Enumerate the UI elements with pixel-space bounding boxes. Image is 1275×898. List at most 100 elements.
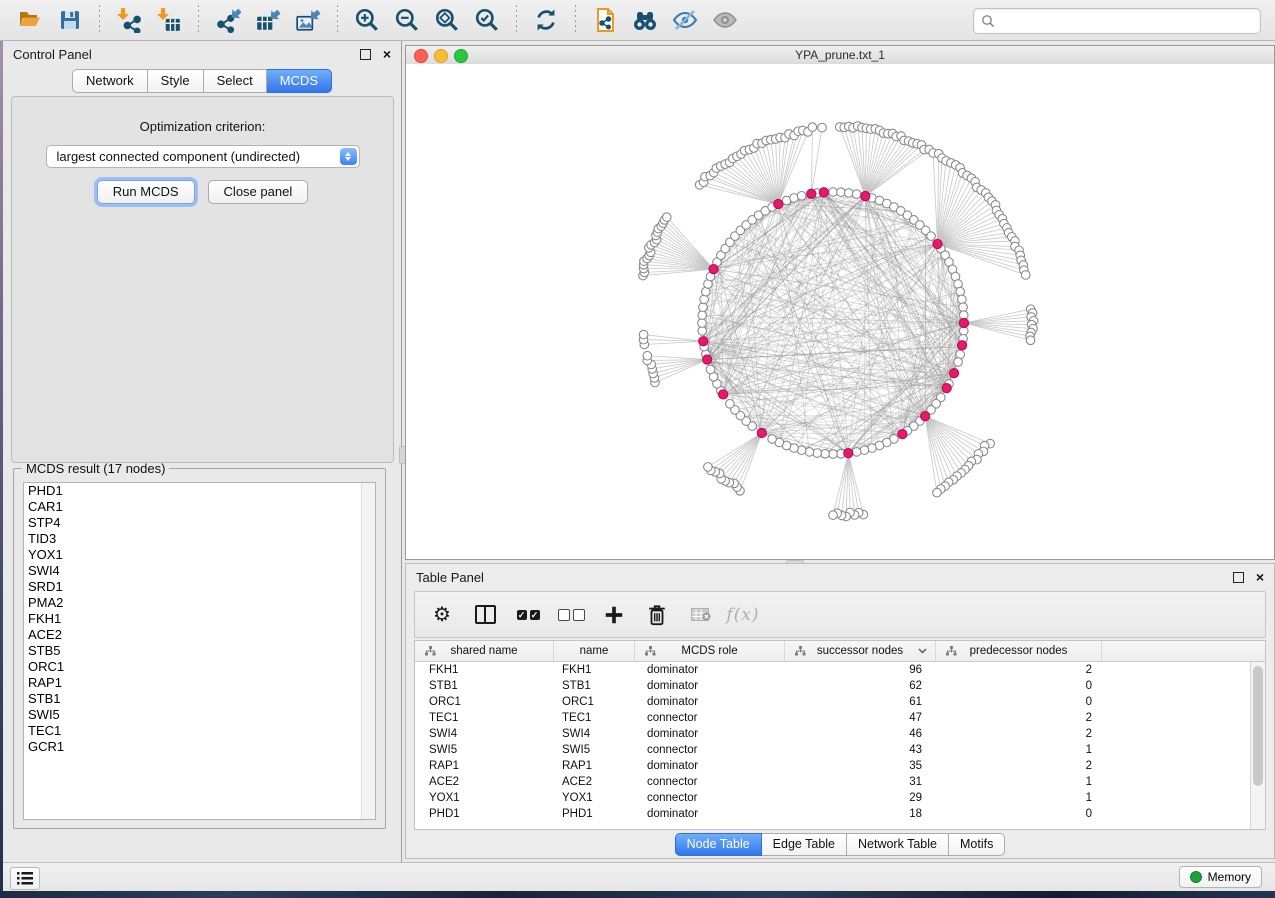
mcds-result-item[interactable]: CAR1 (24, 499, 375, 515)
tab-select[interactable]: Select (204, 69, 267, 93)
network-node[interactable] (829, 188, 838, 197)
column-header-predecessor-nodes[interactable]: predecessor nodes (936, 641, 1102, 661)
import-network-button[interactable] (109, 3, 149, 37)
mcds-hub-node[interactable] (774, 199, 783, 208)
zoom-in-button[interactable] (347, 3, 387, 37)
search-input[interactable] (999, 11, 1260, 31)
network-node[interactable] (768, 435, 777, 444)
tab-node-table[interactable]: Node Table (675, 833, 762, 856)
mcds-result-item[interactable]: YOX1 (24, 547, 375, 563)
network-node[interactable] (956, 287, 965, 296)
network-node[interactable] (933, 488, 942, 497)
table-row[interactable]: SWI5SWI5connector431 (415, 742, 1265, 758)
network-node[interactable] (829, 511, 838, 520)
network-node[interactable] (954, 358, 963, 367)
table-row[interactable]: TEC1TEC1connector472 (415, 710, 1265, 726)
function-builder-button[interactable]: f(x) (730, 601, 756, 629)
deselect-all-button[interactable] (558, 601, 584, 629)
network-node[interactable] (1021, 271, 1030, 280)
select-all-button[interactable]: ✓✓ (515, 601, 541, 629)
open-file-button[interactable] (10, 3, 50, 37)
mcds-result-item[interactable]: PHD1 (24, 483, 375, 499)
float-table-panel-icon[interactable] (1233, 572, 1244, 583)
table-row[interactable]: ORC1ORC1dominator610 (415, 694, 1265, 710)
mcds-hub-node[interactable] (757, 428, 766, 437)
mcds-hub-node[interactable] (807, 189, 816, 198)
mcds-result-item[interactable]: RAP1 (24, 675, 375, 691)
network-node[interactable] (639, 330, 648, 339)
tab-mcds[interactable]: MCDS (267, 69, 332, 93)
mcds-result-item[interactable]: FKH1 (24, 611, 375, 627)
network-node[interactable] (821, 449, 830, 458)
network-node[interactable] (959, 303, 968, 312)
close-panel-button[interactable]: Close panel (208, 180, 309, 204)
mcds-hub-node[interactable] (898, 429, 907, 438)
tab-edge-table[interactable]: Edge Table (762, 833, 847, 856)
table-row[interactable]: SWI4SWI4dominator462 (415, 726, 1265, 742)
table-row[interactable]: RAP1RAP1dominator352 (415, 758, 1265, 774)
zoom-out-button[interactable] (387, 3, 427, 37)
table-row[interactable]: YOX1YOX1connector291 (415, 790, 1265, 806)
network-node[interactable] (805, 448, 814, 457)
network-node[interactable] (860, 446, 869, 455)
tab-network[interactable]: Network (72, 69, 148, 93)
import-table-button[interactable] (149, 3, 189, 37)
mcds-hub-node[interactable] (709, 264, 718, 273)
network-node[interactable] (698, 311, 707, 320)
table-row[interactable]: FKH1FKH1dominator962 (415, 662, 1265, 678)
network-node[interactable] (699, 303, 708, 312)
mcds-result-item[interactable]: TID3 (24, 531, 375, 547)
network-node[interactable] (813, 449, 822, 458)
mcds-hub-node[interactable] (942, 384, 951, 393)
mcds-result-list[interactable]: PHD1CAR1STP4TID3YOX1SWI4SRD1PMA2FKH1ACE2… (23, 482, 376, 820)
network-node[interactable] (1026, 336, 1035, 345)
mcds-result-item[interactable]: PMA2 (24, 595, 375, 611)
mcds-hub-node[interactable] (921, 412, 930, 421)
mcds-result-item[interactable]: ORC1 (24, 659, 375, 675)
network-graph[interactable] (406, 64, 1274, 559)
network-node[interactable] (704, 463, 713, 472)
delete-row-button[interactable] (644, 601, 670, 629)
network-node[interactable] (844, 189, 853, 198)
hide-selected-button[interactable] (665, 3, 705, 37)
network-node[interactable] (698, 319, 707, 328)
mcds-hub-node[interactable] (819, 188, 828, 197)
hide-table-button[interactable] (687, 601, 713, 629)
export-network-button[interactable] (208, 3, 248, 37)
run-mcds-button[interactable]: Run MCDS (97, 180, 195, 204)
table-row[interactable]: STB1STB1dominator620 (415, 678, 1265, 694)
export-image-button[interactable] (288, 3, 328, 37)
search-box[interactable] (973, 8, 1261, 34)
memory-button[interactable]: Memory (1179, 866, 1262, 888)
clone-network-button[interactable] (585, 3, 625, 37)
mcds-result-item[interactable]: SRD1 (24, 579, 375, 595)
zoom-selected-button[interactable] (467, 3, 507, 37)
binoculars-button[interactable] (625, 3, 665, 37)
window-close-button[interactable] (414, 49, 428, 63)
tab-style[interactable]: Style (148, 69, 204, 93)
window-minimize-button[interactable] (434, 49, 448, 63)
mcds-hub-node[interactable] (844, 449, 853, 458)
mcds-hub-node[interactable] (861, 191, 870, 200)
table-scrollbar[interactable] (1250, 662, 1265, 829)
close-table-panel-icon[interactable]: × (1256, 573, 1264, 582)
table-row[interactable]: ACE2ACE2connector311 (415, 774, 1265, 790)
gear-button[interactable]: ⚙ (429, 601, 455, 629)
network-node[interactable] (643, 351, 652, 360)
show-all-button[interactable] (705, 3, 745, 37)
mcds-result-item[interactable]: SWI4 (24, 563, 375, 579)
network-window-titlebar[interactable]: YPA_prune.txt_1 (406, 46, 1274, 65)
network-node[interactable] (958, 295, 967, 304)
mcds-list-scrollbar[interactable] (361, 483, 375, 819)
mcds-result-item[interactable]: TEC1 (24, 723, 375, 739)
column-header-MCDS-role[interactable]: MCDS role (635, 641, 785, 661)
network-node[interactable] (726, 399, 735, 408)
float-panel-icon[interactable] (360, 49, 371, 60)
network-node[interactable] (662, 213, 671, 222)
tab-network-table[interactable]: Network Table (847, 833, 949, 856)
mcds-hub-node[interactable] (703, 355, 712, 364)
mcds-hub-node[interactable] (959, 318, 968, 327)
network-node[interactable] (706, 365, 715, 374)
mcds-result-item[interactable]: ACE2 (24, 627, 375, 643)
zoom-fit-button[interactable] (427, 3, 467, 37)
